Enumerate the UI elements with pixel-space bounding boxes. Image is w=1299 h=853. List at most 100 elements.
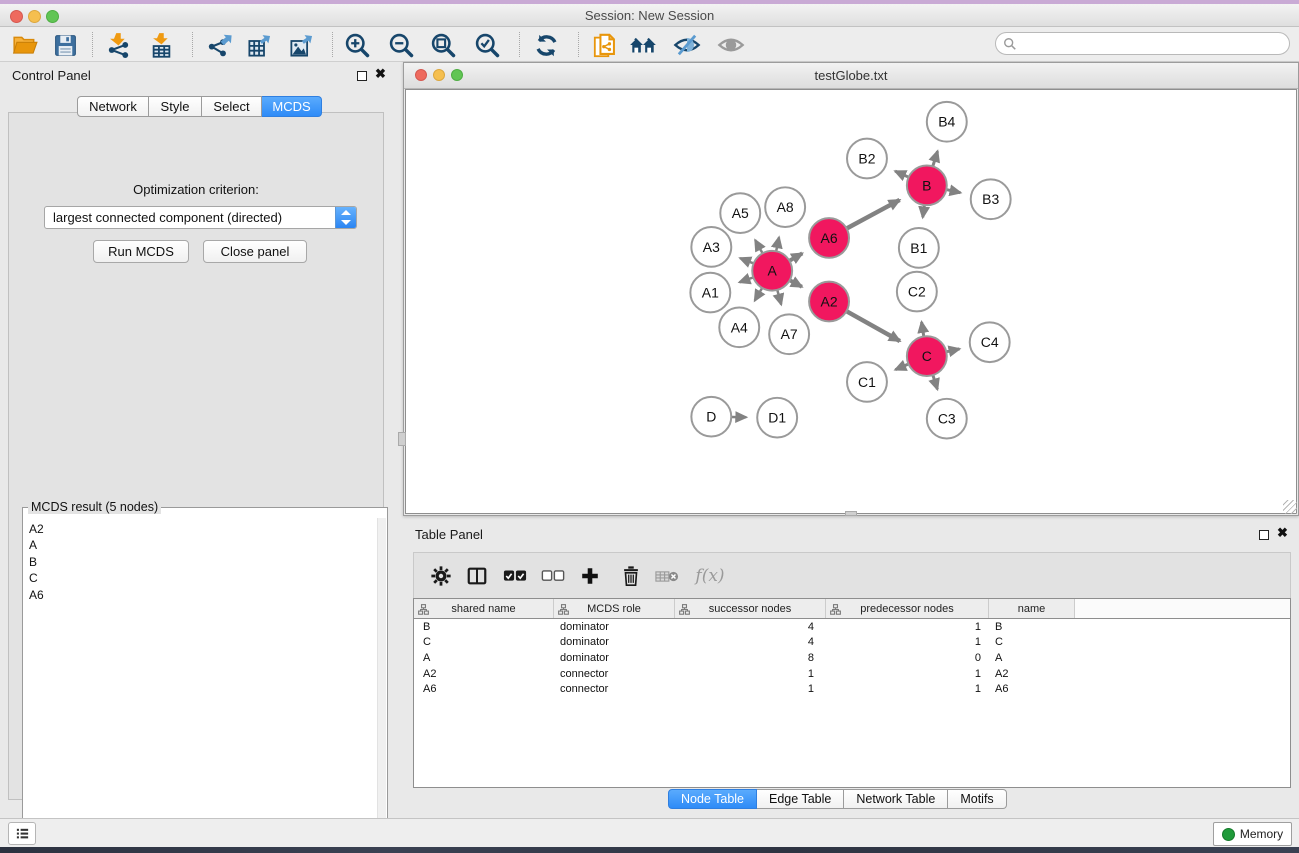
zoom-in-button[interactable]	[342, 30, 372, 60]
network-graph[interactable]: B4B2BB3A5A8A3A6B1AA1C2A2A4A7C4CC1C3DD1	[406, 90, 1296, 513]
graph-edge-C-C4[interactable]	[946, 349, 959, 352]
table-cell[interactable]: 1	[675, 668, 826, 680]
deselect-all-button[interactable]	[540, 563, 566, 589]
graph-edge-B-B2[interactable]	[895, 171, 908, 177]
table-cell[interactable]: C	[989, 636, 1075, 648]
table-cell[interactable]: B	[414, 621, 554, 633]
zoom-out-button[interactable]	[386, 30, 416, 60]
table-settings-button[interactable]	[428, 563, 454, 589]
home-button[interactable]	[628, 30, 658, 60]
show-graphics-details-button[interactable]	[716, 30, 746, 60]
close-panel-icon[interactable]: ✖	[375, 66, 386, 82]
zoom-fit-button[interactable]	[428, 30, 458, 60]
float-panel-icon[interactable]	[357, 71, 367, 81]
tab-node-table[interactable]: Node Table	[668, 789, 757, 809]
delete-column-button[interactable]	[618, 563, 644, 589]
table-row[interactable]: Cdominator41C	[414, 635, 1290, 651]
graph-edge-C-C1[interactable]	[895, 364, 908, 370]
table-cell[interactable]: 8	[675, 652, 826, 664]
tab-mcds[interactable]: MCDS	[262, 96, 322, 117]
table-cell[interactable]: C	[414, 636, 554, 648]
table-cell[interactable]: 1	[675, 683, 826, 695]
column-header-successor-nodes[interactable]: successor nodes	[675, 599, 826, 618]
table-row[interactable]: Adominator80A	[414, 650, 1290, 666]
column-header-shared-name[interactable]: shared name	[414, 599, 554, 618]
delete-table-button[interactable]	[654, 563, 680, 589]
function-builder-button[interactable]: f(x)	[690, 563, 730, 589]
graph-edge-A-A2[interactable]	[790, 280, 802, 287]
table-close-panel-icon[interactable]: ✖	[1277, 525, 1288, 541]
mcds-result-item[interactable]: A6	[29, 587, 376, 603]
network-window-titlebar[interactable]: testGlobe.txt	[404, 63, 1298, 89]
import-table-button[interactable]	[146, 30, 176, 60]
column-header-predecessor-nodes[interactable]: predecessor nodes	[826, 599, 989, 618]
network-canvas[interactable]: B4B2BB3A5A8A3A6B1AA1C2A2A4A7C4CC1C3DD1	[405, 89, 1297, 514]
network-horizontal-scrollbar-thumb[interactable]	[845, 511, 857, 516]
tab-select[interactable]: Select	[202, 96, 262, 117]
table-cell[interactable]: connector	[554, 668, 675, 680]
table-cell[interactable]: 1	[826, 636, 989, 648]
graph-edge-A-A4[interactable]	[755, 288, 762, 301]
task-history-button[interactable]	[8, 822, 36, 845]
graph-edge-B-B4[interactable]	[933, 151, 938, 166]
graph-edge-A-A3[interactable]	[740, 258, 754, 263]
export-table-button[interactable]	[244, 30, 274, 60]
export-image-button[interactable]	[286, 30, 316, 60]
table-float-panel-icon[interactable]	[1259, 530, 1269, 540]
tab-edge-table[interactable]: Edge Table	[757, 789, 844, 809]
table-cell[interactable]: A2	[414, 668, 554, 680]
tab-network-table[interactable]: Network Table	[844, 789, 948, 809]
table-cell[interactable]: A6	[989, 683, 1075, 695]
graph-edge-B-B1[interactable]	[923, 205, 925, 217]
optimization-criterion-dropdown[interactable]: largest connected component (directed)	[44, 206, 357, 229]
table-cell[interactable]: A	[989, 652, 1075, 664]
save-session-button[interactable]	[50, 30, 80, 60]
network-vertical-scrollbar-thumb[interactable]	[398, 432, 406, 446]
mcds-result-item[interactable]: B	[29, 554, 376, 570]
table-cell[interactable]: dominator	[554, 636, 675, 648]
table-cell[interactable]: dominator	[554, 652, 675, 664]
graph-edge-A-A6[interactable]	[789, 253, 802, 260]
table-cell[interactable]: connector	[554, 683, 675, 695]
table-cell[interactable]: 1	[826, 683, 989, 695]
mcds-result-item[interactable]: A	[29, 537, 376, 553]
tab-network[interactable]: Network	[77, 96, 149, 117]
table-cell[interactable]: A2	[989, 668, 1075, 680]
export-network-button[interactable]	[203, 30, 233, 60]
memory-button[interactable]: Memory	[1213, 822, 1292, 846]
table-cell[interactable]: B	[989, 621, 1075, 633]
graph-edge-A-A8[interactable]	[776, 237, 779, 251]
table-cell[interactable]: 4	[675, 621, 826, 633]
table-cell[interactable]: A	[414, 652, 554, 664]
import-network-button[interactable]	[103, 30, 133, 60]
graph-edge-A6-B[interactable]	[847, 200, 900, 229]
select-all-button[interactable]	[502, 563, 528, 589]
column-header-name[interactable]: name	[989, 599, 1075, 618]
mcds-result-scrollbar[interactable]	[377, 518, 386, 847]
table-cell[interactable]: dominator	[554, 621, 675, 633]
table-row[interactable]: A6connector11A6	[414, 681, 1290, 697]
table-cell[interactable]: 4	[675, 636, 826, 648]
table-cell[interactable]: A6	[414, 683, 554, 695]
column-header-mcds-role[interactable]: MCDS role	[554, 599, 675, 618]
hide-graphics-details-button[interactable]	[672, 30, 702, 60]
table-cell[interactable]: 1	[826, 668, 989, 680]
search-input[interactable]	[995, 32, 1290, 55]
mcds-result-list[interactable]: A2ABCA6	[24, 518, 376, 847]
graph-edge-A-A1[interactable]	[739, 277, 753, 282]
window-resize-grip[interactable]	[1283, 500, 1297, 514]
graph-edge-A2-C[interactable]	[846, 311, 899, 341]
table-row[interactable]: A2connector11A2	[414, 666, 1290, 682]
graph-edge-A-A5[interactable]	[755, 240, 762, 253]
close-panel-button[interactable]: Close panel	[203, 240, 307, 263]
tab-style[interactable]: Style	[149, 96, 202, 117]
table-cell[interactable]: 1	[826, 621, 989, 633]
toggle-column-button[interactable]	[464, 563, 490, 589]
tab-motifs[interactable]: Motifs	[948, 789, 1006, 809]
table-cell[interactable]: 0	[826, 652, 989, 664]
graph-edge-B-B3[interactable]	[946, 190, 960, 193]
add-column-button[interactable]	[577, 563, 603, 589]
table-row[interactable]: Bdominator41B	[414, 619, 1290, 635]
zoom-selected-button[interactable]	[472, 30, 502, 60]
graph-edge-C-C2[interactable]	[922, 322, 924, 336]
